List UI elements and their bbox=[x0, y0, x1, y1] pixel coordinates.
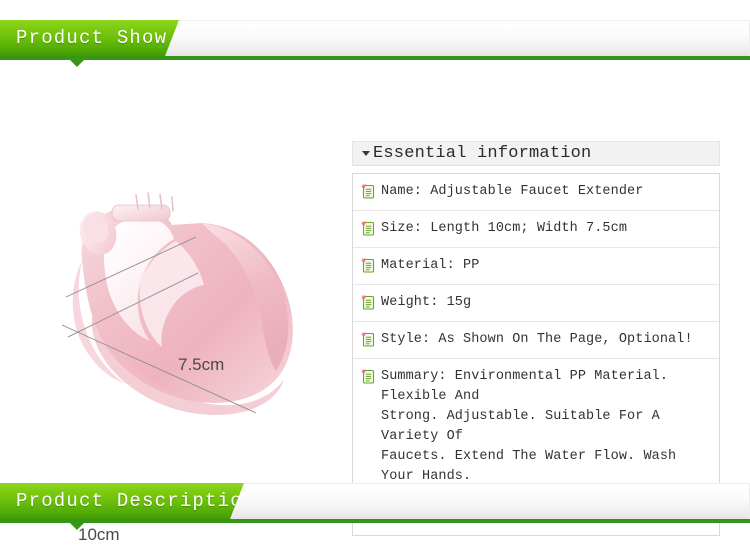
banner-rule-line bbox=[0, 56, 750, 60]
product-photo-figure: 7.5cm 10cm bbox=[20, 165, 330, 544]
info-row-text: Material: PP bbox=[381, 258, 480, 273]
faucet-extender-illustration bbox=[67, 192, 293, 415]
section-header-product-show: Product Show bbox=[0, 20, 750, 67]
info-row: Name: Adjustable Faucet Extender bbox=[353, 174, 719, 211]
note-icon bbox=[361, 295, 375, 310]
product-show-tab-label: Product Show bbox=[16, 27, 168, 49]
dimension-label-width: 7.5cm bbox=[178, 355, 225, 374]
essential-information-list: Name: Adjustable Faucet Extender Size: Le… bbox=[352, 173, 720, 536]
info-row: Weight: 15g bbox=[353, 285, 719, 322]
product-page: Product Show 7.5cm 10cm Essential inform… bbox=[0, 0, 750, 560]
note-icon bbox=[361, 258, 375, 273]
info-row: Style: As Shown On The Page, Optional! bbox=[353, 322, 719, 359]
info-row-text: Name: Adjustable Faucet Extender bbox=[381, 184, 644, 199]
banner-notch-triangle-icon bbox=[70, 60, 84, 67]
info-row-text: Weight: 15g bbox=[381, 295, 472, 310]
dimension-label-length: 10cm bbox=[78, 525, 120, 544]
banner-rule-line bbox=[0, 519, 750, 523]
note-icon bbox=[361, 332, 375, 347]
essential-information-title-bar: Essential information bbox=[352, 141, 720, 166]
note-icon bbox=[361, 184, 375, 199]
product-show-tab[interactable]: Product Show bbox=[0, 20, 179, 56]
banner-notch-triangle-icon bbox=[70, 523, 84, 530]
essential-information-panel: Essential information Name: Adjustable F… bbox=[352, 141, 720, 536]
product-description-tab-label: Product Description bbox=[16, 490, 256, 512]
section-header-product-description: Product Description bbox=[0, 483, 750, 530]
info-row: Size: Length 10cm; Width 7.5cm bbox=[353, 211, 719, 248]
essential-information-title: Essential information bbox=[373, 144, 592, 163]
info-row-text: Style: As Shown On The Page, Optional! bbox=[381, 332, 693, 347]
note-icon bbox=[361, 221, 375, 236]
note-icon bbox=[361, 369, 375, 384]
info-row: Material: PP bbox=[353, 248, 719, 285]
product-description-tab[interactable]: Product Description bbox=[0, 483, 244, 519]
triangle-bullet-icon bbox=[362, 151, 370, 156]
info-row-text: Size: Length 10cm; Width 7.5cm bbox=[381, 221, 628, 236]
